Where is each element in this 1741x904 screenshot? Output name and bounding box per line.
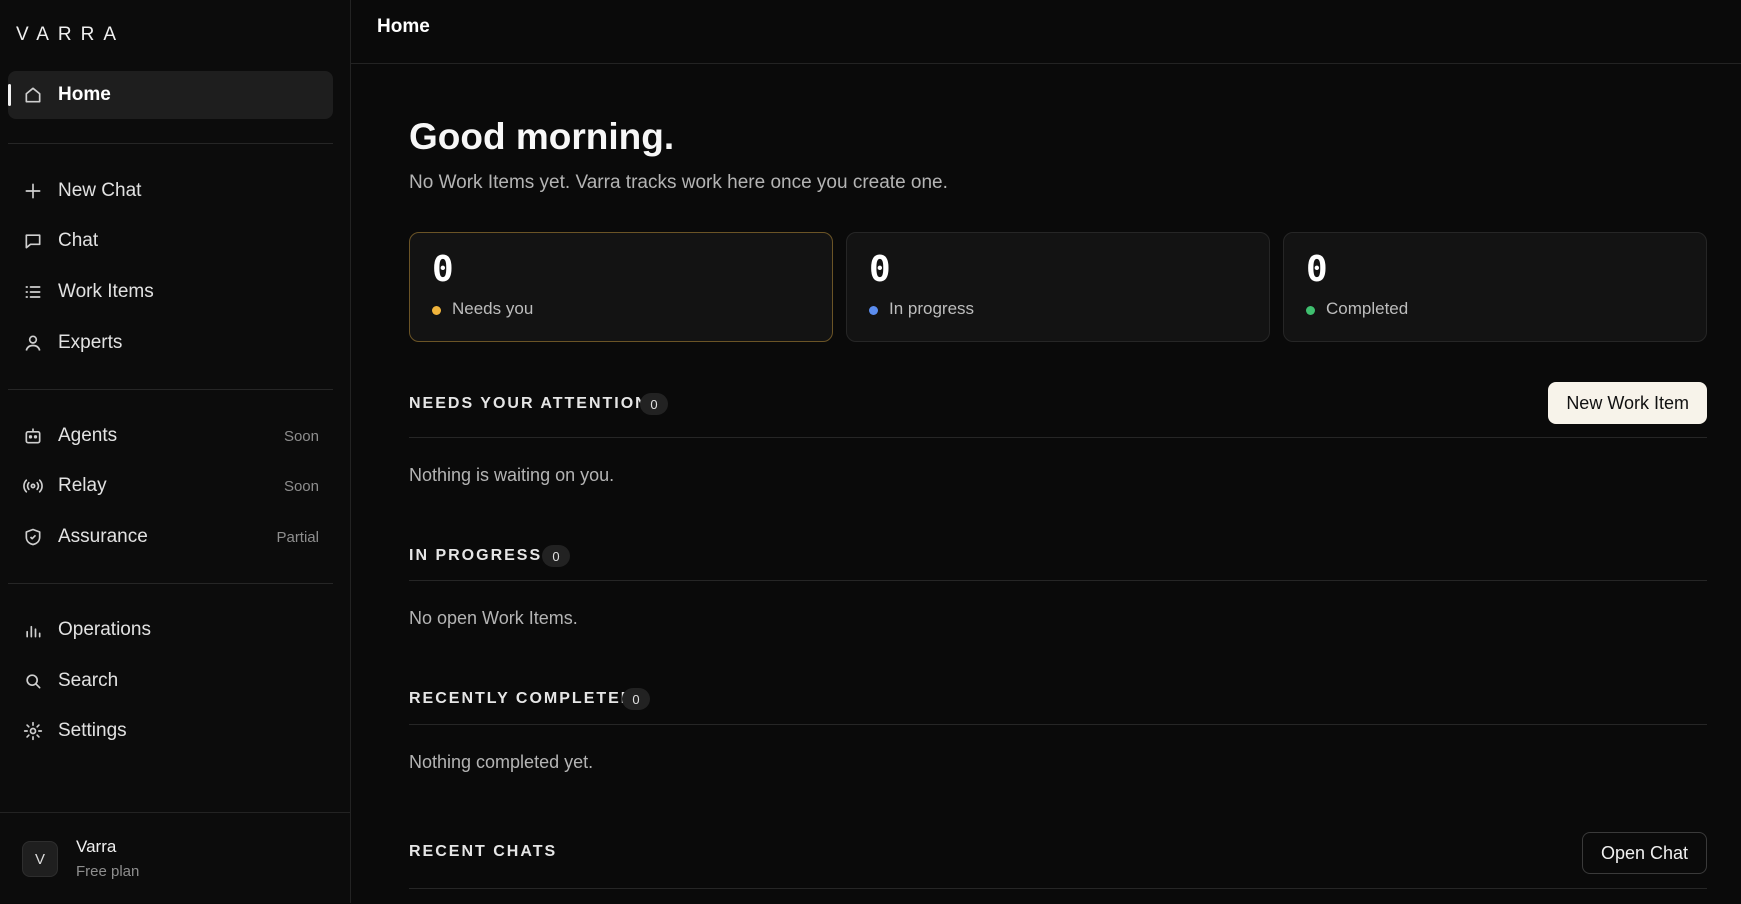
section-divider xyxy=(409,724,1707,725)
sidebar-item-label: Assurance xyxy=(58,526,148,547)
stat-card-needs-you[interactable]: 0 Needs you xyxy=(409,232,833,342)
search-icon xyxy=(22,670,44,692)
empty-state-text: No open Work Items. xyxy=(409,608,578,628)
stat-value: 0 xyxy=(1306,249,1328,290)
sidebar-item-label: Home xyxy=(58,84,111,105)
sidebar-divider xyxy=(8,389,333,390)
section-title: IN PROGRESS xyxy=(409,547,543,564)
section-needs-attention: NEEDS YOUR ATTENTION 0 xyxy=(409,391,1707,421)
user-name: Varra xyxy=(76,837,117,856)
avatar[interactable]: V xyxy=(22,841,58,877)
stat-value: 0 xyxy=(869,249,891,290)
page-title: Home xyxy=(377,16,430,37)
sidebar-item-relay[interactable]: Relay Soon xyxy=(8,462,333,510)
gear-icon xyxy=(22,720,44,742)
sidebar-item-label: Relay xyxy=(58,475,107,496)
section-divider xyxy=(409,580,1707,581)
user-profile[interactable]: V Varra Free plan xyxy=(0,812,350,904)
user-plan: Free plan xyxy=(76,863,140,880)
section-title: RECENT CHATS xyxy=(409,843,558,860)
sidebar-item-home[interactable]: Home xyxy=(8,71,333,119)
greeting-heading: Good morning. xyxy=(409,116,675,157)
sidebar-item-label: Search xyxy=(58,670,119,691)
open-chat-button[interactable]: Open Chat xyxy=(1581,832,1707,874)
count-badge: 0 xyxy=(622,688,650,710)
status-badge: Soon xyxy=(283,477,319,495)
plus-icon xyxy=(22,180,44,202)
empty-state-text: Nothing is waiting on you. xyxy=(409,465,615,485)
sidebar-item-label: Operations xyxy=(58,619,151,640)
greeting-subtitle: No Work Items yet. Varra tracks work her… xyxy=(409,172,948,193)
stat-value: 0 xyxy=(432,249,454,290)
status-dot xyxy=(869,306,878,315)
section-recently-completed: RECENTLY COMPLETED 0 xyxy=(409,686,1707,716)
sidebar-item-search[interactable]: Search xyxy=(8,657,333,705)
home-icon xyxy=(22,84,44,106)
section-title: RECENTLY COMPLETED xyxy=(409,690,635,707)
sidebar-item-settings[interactable]: Settings xyxy=(8,707,333,755)
section-divider xyxy=(409,888,1707,889)
sidebar-item-label: Agents xyxy=(58,425,118,446)
stat-label: In progress xyxy=(889,299,975,318)
sidebar-item-new-chat[interactable]: New Chat xyxy=(8,167,333,215)
sidebar-item-label: Chat xyxy=(58,230,99,251)
sidebar-item-label: Experts xyxy=(58,332,123,353)
chat-bubble-icon xyxy=(22,230,44,252)
status-badge: Partial xyxy=(276,528,319,546)
section-recent-chats: RECENT CHATS xyxy=(409,839,1707,869)
sidebar-divider xyxy=(8,143,333,144)
sidebar-item-label: Work Items xyxy=(58,281,154,302)
stat-card-in-progress[interactable]: 0 In progress xyxy=(846,232,1270,342)
count-badge: 0 xyxy=(640,393,668,415)
count-badge: 0 xyxy=(542,545,570,567)
brand-logo[interactable]: VARRA xyxy=(16,24,125,46)
sidebar-item-agents[interactable]: Agents Soon xyxy=(8,412,333,460)
sidebar: VARRA Home New Chat Chat Work Items Expe… xyxy=(0,0,351,903)
sidebar-item-operations[interactable]: Operations xyxy=(8,606,333,654)
sidebar-item-label: New Chat xyxy=(58,180,142,201)
robot-icon xyxy=(22,425,44,447)
stat-card-completed[interactable]: 0 Completed xyxy=(1283,232,1707,342)
top-bar: Home xyxy=(351,0,1741,64)
sidebar-item-experts[interactable]: Experts xyxy=(8,319,333,367)
stat-label: Completed xyxy=(1326,299,1409,318)
empty-state-text: Nothing completed yet. xyxy=(409,752,594,772)
user-icon xyxy=(22,332,44,354)
sidebar-item-assurance[interactable]: Assurance Partial xyxy=(8,513,333,561)
bar-chart-icon xyxy=(22,619,44,641)
status-dot xyxy=(432,306,441,315)
section-divider xyxy=(409,437,1707,438)
sidebar-divider xyxy=(8,583,333,584)
stat-label: Needs you xyxy=(452,299,534,318)
sidebar-item-chat[interactable]: Chat xyxy=(8,217,333,265)
status-badge: Soon xyxy=(283,427,319,445)
list-icon xyxy=(22,281,44,303)
sidebar-item-work-items[interactable]: Work Items xyxy=(8,268,333,316)
new-work-item-button[interactable]: New Work Item xyxy=(1548,382,1707,424)
broadcast-icon xyxy=(22,475,44,497)
section-in-progress: IN PROGRESS 0 xyxy=(409,543,1707,573)
sidebar-item-label: Settings xyxy=(58,720,127,741)
status-dot xyxy=(1306,306,1315,315)
section-title: NEEDS YOUR ATTENTION xyxy=(409,395,649,412)
shield-check-icon xyxy=(22,526,44,548)
